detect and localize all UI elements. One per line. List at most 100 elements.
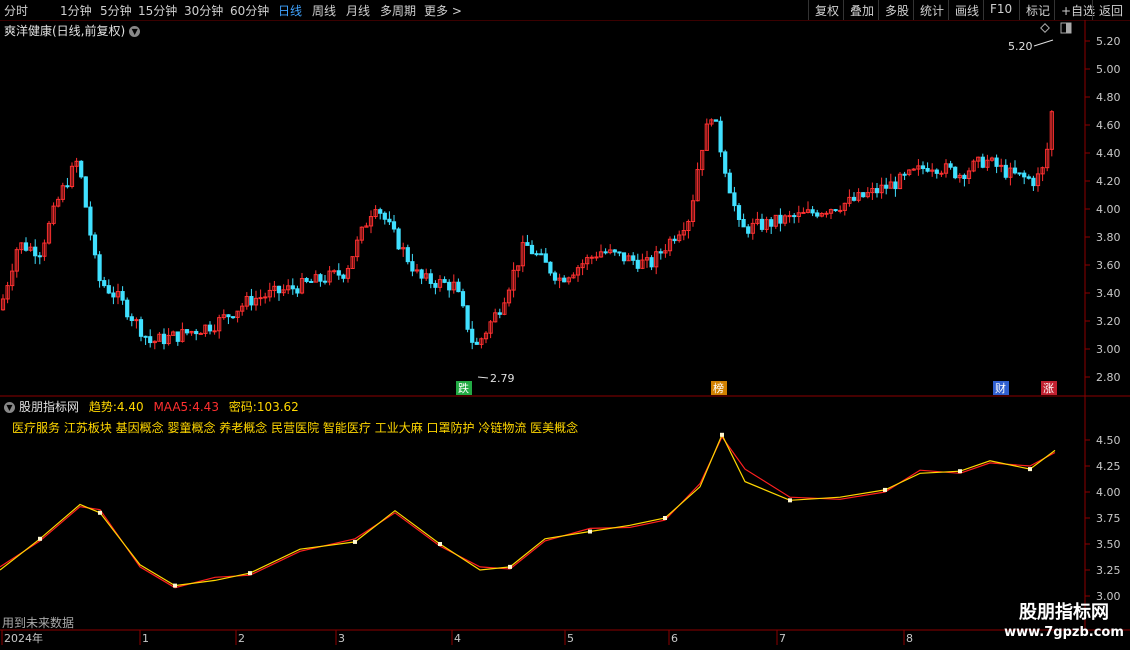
period-30min[interactable]: 30分钟 (184, 2, 223, 19)
candle-body (387, 218, 392, 223)
price-tick-label: 5.00 (1096, 63, 1121, 76)
candle-body (778, 214, 783, 224)
price-tick-label: 3.20 (1096, 315, 1121, 328)
candle-body (1049, 111, 1054, 150)
event-badge[interactable] (993, 381, 1009, 395)
candle-body (217, 317, 222, 332)
candle-body (106, 285, 111, 294)
candle-body (152, 340, 157, 344)
candle-body (424, 273, 429, 279)
candle-body (603, 251, 608, 254)
multi-stock-button[interactable]: 多股 (878, 0, 915, 20)
back-button[interactable]: 返回 (1092, 0, 1129, 20)
trend-marker (353, 539, 357, 544)
candle-body (847, 196, 852, 204)
candle-body (479, 338, 484, 345)
candle-body (249, 295, 254, 306)
candle-body (994, 157, 999, 167)
period-15min[interactable]: 15分钟 (138, 2, 177, 19)
candle-body (589, 256, 594, 259)
overlay-button[interactable]: 叠加 (843, 0, 880, 20)
candle-body (65, 185, 70, 188)
period-5min[interactable]: 5分钟 (100, 2, 132, 19)
period-weekly[interactable]: 周线 (312, 2, 336, 19)
candle-body (419, 269, 424, 279)
candle-body (378, 209, 383, 214)
event-badges: 跌榜财涨 (456, 381, 1057, 395)
candle-body (230, 316, 236, 319)
indicator-tick-label: 3.25 (1096, 564, 1121, 577)
candle-body (865, 192, 870, 198)
event-badge[interactable] (711, 381, 727, 395)
candle-body (88, 206, 93, 236)
price-axis: 5.20 5.00 4.80 4.60 4.40 4.20 4.00 3.80 3.60 3.40… (1085, 35, 1121, 384)
candle-body (980, 156, 985, 168)
kline-chart[interactable]: 5.20 5.00 4.80 4.60 4.40 4.20 4.00 3.80 3.60 3.40… (0, 0, 1130, 650)
candle-body (83, 176, 88, 208)
candle-body (23, 242, 29, 251)
candle-body (194, 330, 199, 335)
top-toolbar: 分时 1分钟 5分钟 15分钟 30分钟 60分钟 日线 周线 月线 多周期 更… (0, 0, 1130, 21)
diamond-icon[interactable] (1040, 23, 1050, 33)
candle-body (920, 165, 926, 170)
indicator-tick-label: 4.00 (1096, 486, 1121, 499)
chevron-down-icon[interactable]: ▼ (4, 402, 15, 413)
candle-body (341, 274, 346, 279)
candle-body (755, 218, 760, 224)
trend-marker (173, 583, 177, 588)
candle-body (267, 289, 272, 298)
period-daily[interactable]: 日线 (278, 2, 302, 19)
future-data-note: 用到未来数据 (2, 616, 75, 630)
candle-body (792, 215, 797, 218)
maa-value: 4.43 (192, 400, 219, 414)
candle-body (930, 169, 935, 172)
candle-body (534, 253, 539, 256)
draw-line-button[interactable]: 画线 (948, 0, 985, 20)
candle-body (769, 219, 774, 227)
candle-body (410, 261, 415, 272)
candle-body (318, 274, 323, 282)
f10-button[interactable]: F10 (983, 0, 1018, 20)
trend-line (0, 433, 1056, 587)
price-tick-label: 4.40 (1096, 147, 1121, 160)
trend-marker (438, 542, 442, 546)
period-60min[interactable]: 60分钟 (230, 2, 269, 19)
period-1min[interactable]: 1分钟 (60, 2, 92, 19)
candle-body (525, 242, 530, 246)
candle-body (608, 249, 613, 254)
candle-body (833, 209, 838, 212)
candle-body (649, 257, 654, 268)
more-periods[interactable]: 更多 > (424, 2, 462, 19)
candle-body (115, 291, 121, 298)
candle-body (221, 314, 226, 319)
candle-body (212, 330, 217, 333)
candle-body (888, 181, 893, 189)
candle-body (640, 259, 645, 269)
candle-body (235, 310, 240, 318)
price-tick-label: 3.80 (1096, 231, 1121, 244)
trend-marker (508, 564, 512, 569)
candle-body (465, 305, 470, 330)
candle-body (902, 173, 907, 176)
candle-body (870, 188, 875, 194)
candle-body (1012, 167, 1018, 174)
stats-button[interactable]: 统计 (913, 0, 950, 20)
event-badge[interactable] (1041, 381, 1057, 395)
candle-body (925, 168, 930, 172)
mark-button[interactable]: 标记 (1019, 0, 1056, 20)
candle-body (332, 270, 337, 273)
period-fenshi[interactable]: 分时 (4, 2, 28, 19)
chevron-down-icon[interactable]: ▼ (129, 26, 141, 37)
candle-body (824, 212, 829, 215)
chart-frame (0, 20, 1130, 631)
period-multi[interactable]: 多周期 (380, 2, 416, 19)
candle-body (290, 285, 295, 290)
event-badge[interactable] (456, 381, 472, 395)
candle-body (566, 277, 571, 283)
window-icon[interactable] (1060, 22, 1072, 34)
adjust-button[interactable]: 复权 (808, 0, 845, 20)
candle-body (985, 159, 990, 168)
chart-title[interactable]: 爽洋健康(日线,前复权) ▼ (4, 22, 141, 39)
period-monthly[interactable]: 月线 (346, 2, 370, 19)
candle-body (516, 265, 521, 271)
